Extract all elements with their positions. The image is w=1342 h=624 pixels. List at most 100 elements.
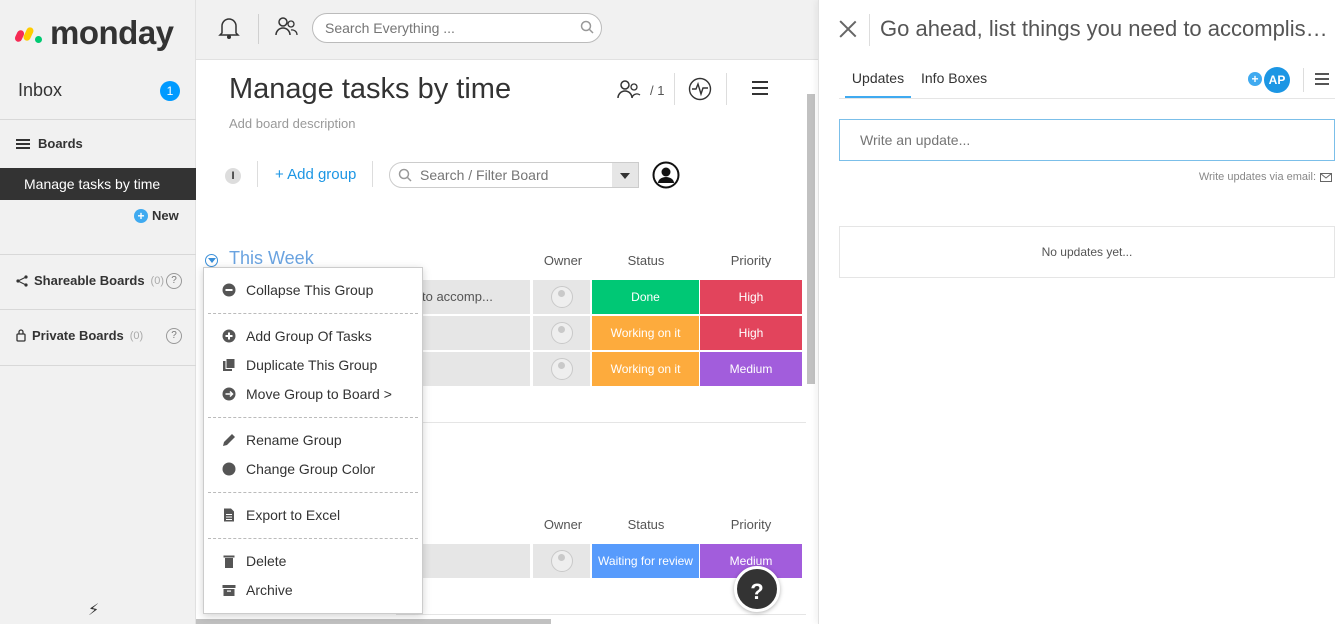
filter-board[interactable] — [389, 162, 639, 188]
menu-item-rename-group[interactable]: Rename Group — [204, 426, 422, 454]
menu-item-collapse-group[interactable]: Collapse This Group — [204, 276, 422, 304]
sidebar-item-inbox[interactable]: Inbox 1 — [0, 62, 196, 120]
owner-cell[interactable] — [532, 316, 590, 350]
menu-item-label: Collapse This Group — [246, 282, 374, 298]
panel-divider — [869, 14, 870, 46]
board-title[interactable]: Manage tasks by time — [229, 73, 511, 106]
panel-title[interactable]: Go ahead, list things you need to accomp… — [880, 16, 1330, 42]
column-header-owner[interactable]: Owner — [534, 253, 592, 268]
bell-icon[interactable] — [218, 16, 240, 40]
search-icon — [398, 168, 412, 182]
priority-cell[interactable]: High — [700, 280, 802, 314]
menu-divider — [208, 417, 418, 418]
color-circle-icon — [222, 462, 236, 476]
tabs-divider — [839, 98, 1335, 99]
toolbar-divider — [372, 161, 373, 187]
write-via-email-link[interactable]: Write updates via email: — [1199, 171, 1332, 183]
add-subscriber-icon[interactable]: + — [1248, 72, 1262, 86]
column-header-priority[interactable]: Priority — [700, 517, 802, 532]
priority-cell[interactable]: High — [700, 316, 802, 350]
sidebar-boards-header[interactable]: Boards — [16, 136, 83, 151]
vertical-scrollbar[interactable] — [807, 94, 815, 384]
board-subscribers-button[interactable]: / 1 — [616, 79, 664, 101]
status-cell[interactable]: Working on it — [592, 352, 699, 386]
owner-cell[interactable] — [532, 544, 590, 578]
menu-item-label: Add Group Of Tasks — [246, 328, 372, 344]
logo-text: monday — [50, 14, 174, 51]
sidebar-item-shareable-boards[interactable]: Shareable Boards (0) ? — [16, 272, 182, 289]
search-icon[interactable] — [580, 20, 594, 34]
menu-icon[interactable] — [1315, 73, 1329, 88]
column-header-priority[interactable]: Priority — [700, 253, 802, 268]
subscribers-count: / 1 — [650, 82, 665, 98]
horizontal-scrollbar[interactable] — [196, 619, 551, 624]
monday-logo-icon — [13, 24, 44, 43]
lightning-icon[interactable]: ⚡ — [88, 600, 99, 620]
menu-item-move-group[interactable]: Move Group to Board > — [204, 380, 422, 408]
sidebar-item-active-board[interactable]: Manage tasks by time — [0, 168, 196, 200]
tab-info-boxes[interactable]: Info Boxes — [921, 70, 987, 96]
archive-icon — [222, 585, 236, 596]
avatar[interactable]: AP — [1264, 67, 1290, 93]
tab-updates[interactable]: Updates — [845, 70, 911, 98]
group-menu-toggle[interactable] — [205, 254, 218, 267]
sidebar-divider — [0, 254, 196, 255]
close-icon[interactable] — [839, 20, 857, 38]
header-divider — [674, 73, 675, 105]
via-email-label: Write updates via email: — [1198, 171, 1316, 183]
status-cell[interactable]: Waiting for review — [592, 544, 699, 578]
people-icon[interactable] — [274, 15, 298, 39]
add-group-button[interactable]: + Add group — [275, 166, 356, 183]
info-icon[interactable]: I — [225, 168, 241, 184]
menu-item-add-group[interactable]: Add Group Of Tasks — [204, 322, 422, 350]
panel-divider — [1303, 68, 1304, 92]
add-people-icon — [617, 80, 641, 99]
menu-item-archive[interactable]: Archive — [204, 576, 422, 604]
write-update-input[interactable] — [839, 119, 1335, 161]
mail-icon — [1320, 172, 1332, 182]
pencil-icon — [223, 434, 235, 446]
column-header-owner[interactable]: Owner — [534, 517, 592, 532]
person-filter-icon[interactable] — [652, 161, 680, 189]
menu-item-label: Delete — [246, 553, 287, 569]
help-icon[interactable]: ? — [166, 327, 182, 344]
menu-item-label: Change Group Color — [246, 461, 376, 477]
priority-cell[interactable]: Medium — [700, 352, 802, 386]
column-header-status[interactable]: Status — [592, 517, 700, 532]
private-boards-label: Private Boards — [32, 328, 124, 343]
board-description[interactable]: Add board description — [229, 116, 355, 131]
menu-item-duplicate-group[interactable]: Duplicate This Group — [204, 351, 422, 379]
column-header-status[interactable]: Status — [592, 253, 700, 268]
sidebar-divider — [0, 365, 196, 366]
search-everything-input[interactable] — [312, 13, 602, 43]
menu-item-export-excel[interactable]: Export to Excel — [204, 501, 422, 529]
empty-updates-message: No updates yet... — [839, 226, 1335, 278]
status-cell[interactable]: Working on it — [592, 316, 699, 350]
menu-item-delete[interactable]: Delete — [204, 547, 422, 575]
owner-cell[interactable] — [532, 280, 590, 314]
filter-board-input[interactable] — [420, 166, 610, 184]
avatar — [551, 322, 573, 344]
shareable-boards-label: Shareable Boards — [34, 273, 145, 288]
new-board-button[interactable]: + New — [134, 208, 179, 223]
sidebar-item-private-boards[interactable]: Private Boards (0) ? — [16, 327, 182, 344]
menu-item-label: Move Group to Board > — [246, 386, 392, 402]
shareable-boards-count: (0) — [150, 274, 164, 287]
owner-cell[interactable] — [532, 352, 590, 386]
inbox-count-badge: 1 — [160, 81, 180, 101]
monday-logo[interactable]: monday — [13, 14, 174, 52]
activity-icon[interactable] — [688, 77, 712, 101]
board-menu-icon[interactable] — [752, 81, 768, 99]
toolbar-divider — [257, 161, 258, 187]
filter-dropdown-toggle[interactable] — [612, 163, 638, 187]
share-icon — [16, 274, 28, 287]
move-icon — [222, 387, 236, 401]
help-button[interactable]: ? — [734, 566, 780, 612]
group-title[interactable]: This Week — [229, 248, 314, 269]
topbar-divider — [258, 14, 259, 44]
menu-item-change-color[interactable]: Change Group Color — [204, 455, 422, 483]
document-icon — [224, 508, 234, 522]
status-cell[interactable]: Done — [592, 280, 699, 314]
help-icon[interactable]: ? — [166, 272, 182, 289]
menu-item-label: Duplicate This Group — [246, 357, 378, 373]
